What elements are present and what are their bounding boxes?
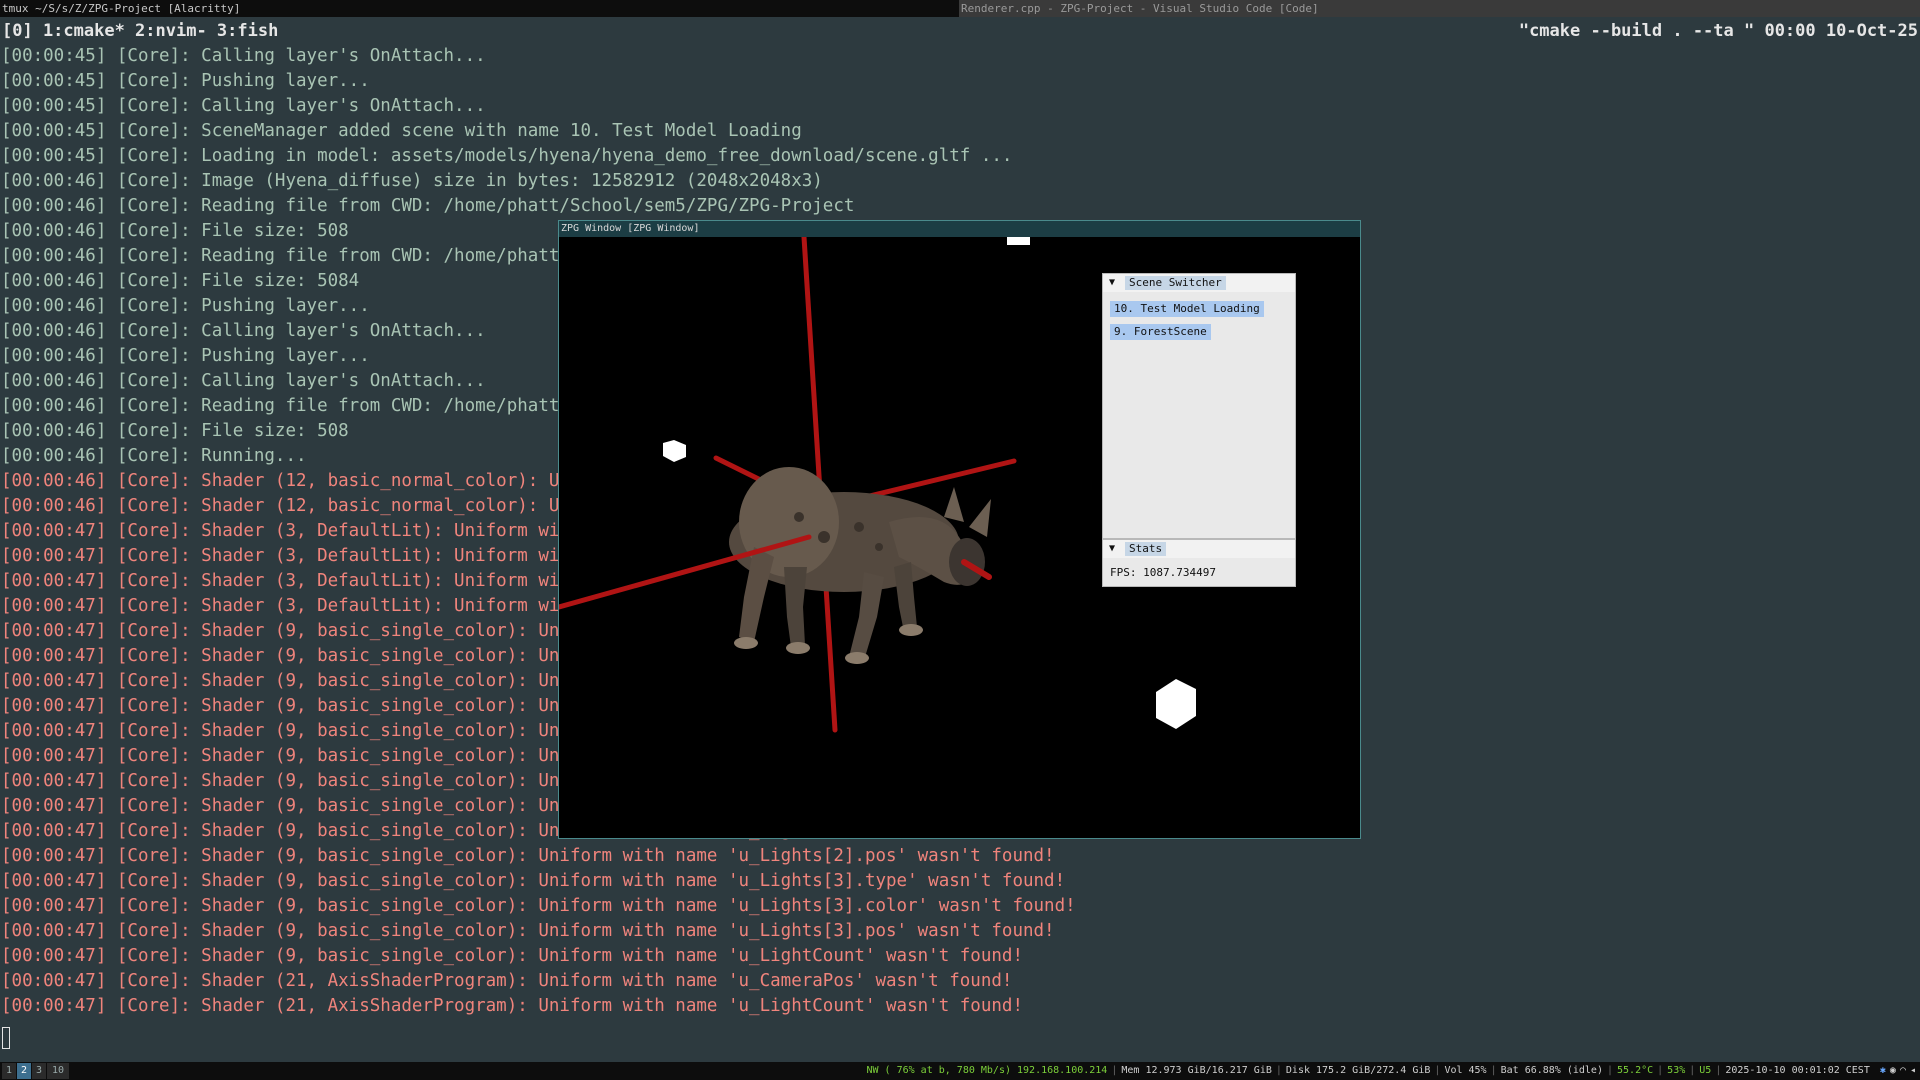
wifi-icon[interactable]: ◠ [1898, 1065, 1908, 1076]
zpg-window-title[interactable]: ZPG Window [ZPG Window] [559, 221, 1360, 237]
temperature-status: 55.2°C [1617, 1065, 1654, 1076]
tmux-status-line: [0] 1:cmake* 2:nvim- 3:fish "cmake --bui… [0, 17, 1920, 42]
log-line: [00:00:45] [Core]: Pushing layer... [1, 71, 370, 91]
vscode-window-title[interactable]: Renderer.cpp - ZPG-Project - Visual Stud… [959, 0, 1920, 17]
log-line: [00:00:47] [Core]: Shader (9, basic_sing… [1, 921, 1055, 941]
log-line: [00:00:46] [Core]: Reading file from CWD… [1, 196, 855, 216]
volume-status: Vol 45% [1444, 1065, 1487, 1076]
collapse-triangle-icon[interactable]: ▼ [1109, 543, 1115, 554]
bluetooth-icon[interactable]: ✱ [1878, 1065, 1888, 1076]
log-line: [00:00:47] [Core]: Shader (21, AxisShade… [1, 996, 1023, 1016]
log-line: [00:00:47] [Core]: Shader (9, basic_sing… [1, 946, 1023, 966]
status-right: NW ( 76% at b, 780 Mb/s) 192.168.100.214… [866, 1065, 1918, 1076]
stats-header[interactable]: ▼ Stats [1103, 540, 1295, 558]
system-status-bar: 1 2 3 10 NW ( 76% at b, 780 Mb/s) 192.16… [0, 1062, 1920, 1080]
cpu-status: 53% [1667, 1065, 1686, 1076]
discord-icon[interactable]: ◉ [1888, 1065, 1898, 1076]
stats-title: Stats [1125, 542, 1167, 556]
tmux-window-list[interactable]: [0] 1:cmake* 2:nvim- 3:fish [2, 19, 278, 44]
volume-icon[interactable]: ◂ [1908, 1065, 1918, 1076]
stats-panel[interactable]: ▼ Stats FPS: 1087.734497 [1102, 539, 1296, 587]
collapse-triangle-icon[interactable]: ▼ [1109, 277, 1115, 288]
top-title-bar: tmux ~/S/s/Z/ZPG-Project [Alacritty] Ren… [0, 0, 1920, 17]
log-line: [00:00:45] [Core]: SceneManager added sc… [1, 121, 802, 141]
log-line: [00:00:45] [Core]: Calling layer's OnAtt… [1, 46, 486, 66]
log-line: [00:00:47] [Core]: Shader (21, AxisShade… [1, 971, 1013, 991]
tmux-status-right: "cmake --build . --ta " 00:00 10-Oct-25 [1518, 21, 1918, 41]
workspace-1[interactable]: 1 [2, 1063, 16, 1079]
scene-switcher-title: Scene Switcher [1125, 276, 1226, 290]
log-line: [00:00:45] [Core]: Calling layer's OnAtt… [1, 96, 486, 116]
workspace-2[interactable]: 2 [17, 1063, 31, 1079]
network-status: NW ( 76% at b, 780 Mb/s) 192.168.100.214 [866, 1065, 1108, 1076]
log-line: [00:00:47] [Core]: Shader (9, basic_sing… [1, 871, 1066, 891]
memory-status: Mem 12.973 GiB/16.217 GiB [1121, 1065, 1272, 1076]
disk-status: Disk 175.2 GiB/272.4 GiB [1285, 1065, 1431, 1076]
datetime: 2025-10-10 00:01:02 CEST [1725, 1065, 1870, 1076]
battery-status: Bat 66.88% (idle) [1500, 1065, 1603, 1076]
log-line: [00:00:47] [Core]: Shader (9, basic_sing… [1, 896, 1076, 916]
scene-switcher-header[interactable]: ▼ Scene Switcher [1103, 274, 1295, 292]
alacritty-window-title[interactable]: tmux ~/S/s/Z/ZPG-Project [Alacritty] [2, 0, 957, 17]
updates-status: U5 [1699, 1065, 1712, 1076]
log-line: [00:00:47] [Core]: Shader (9, basic_sing… [1, 846, 1055, 866]
scene-switcher-panel[interactable]: ▼ Scene Switcher 10. Test Model Loading … [1102, 273, 1296, 539]
scene-item-forest-scene[interactable]: 9. ForestScene [1110, 324, 1211, 340]
workspace-10[interactable]: 10 [47, 1063, 69, 1079]
terminal-cursor [2, 1027, 10, 1049]
scene-item-test-model-loading[interactable]: 10. Test Model Loading [1110, 301, 1264, 317]
light-cube-top [1007, 237, 1030, 245]
log-line: [00:00:46] [Core]: Image (Hyena_diffuse)… [1, 171, 823, 191]
log-line: [00:00:45] [Core]: Loading in model: ass… [1, 146, 1013, 166]
fps-readout: FPS: 1087.734497 [1110, 566, 1216, 579]
workspace-3[interactable]: 3 [32, 1063, 46, 1079]
